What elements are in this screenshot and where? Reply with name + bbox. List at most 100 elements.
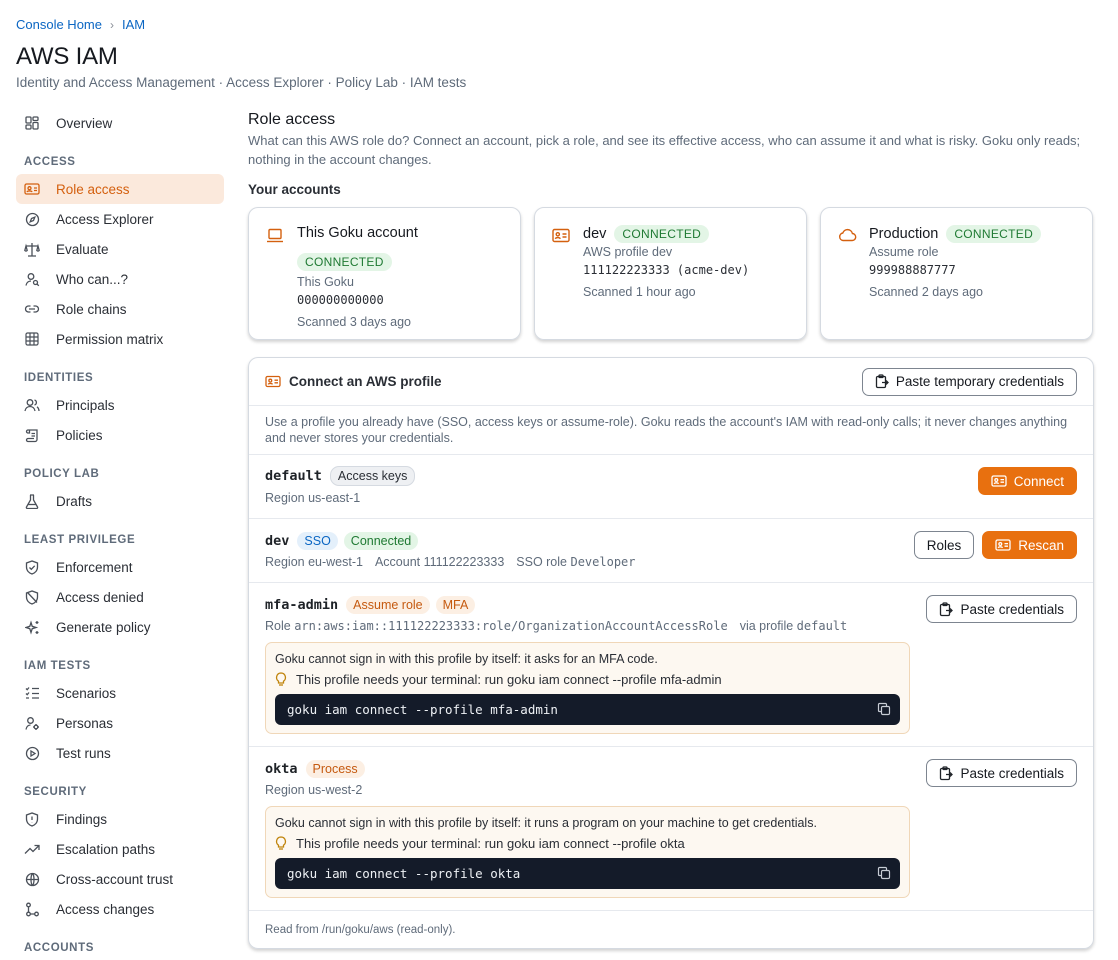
panel-title: Connect an AWS profile [289, 374, 442, 389]
cloud-icon [838, 228, 857, 245]
paste-credentials-button[interactable]: Paste credentials [926, 595, 1077, 623]
trending-up-icon [24, 841, 40, 857]
account-card-goku[interactable]: This Goku account CONNECTED This Goku 00… [248, 207, 521, 340]
roles-button[interactable]: Roles [913, 531, 975, 559]
shield-off-icon [24, 589, 40, 605]
compass-icon [24, 211, 40, 227]
command-block: goku iam connect --profile mfa-admin [275, 694, 900, 725]
sidebar-section-iam-tests: IAM TESTS [24, 660, 91, 672]
button-label: Paste credentials [960, 765, 1064, 781]
account-scanned: Scanned 1 hour ago [583, 285, 696, 299]
id-card-icon [995, 539, 1011, 551]
breadcrumb-console-home[interactable]: Console Home [16, 17, 102, 32]
connect-profile-panel: Connect an AWS profile Paste temporary c… [248, 357, 1094, 949]
sidebar-item-scenarios[interactable]: Scenarios [16, 678, 224, 708]
sidebar-item-label: Policies [56, 427, 103, 443]
sidebar-item-principals[interactable]: Principals [16, 390, 224, 420]
sidebar-item-permission-matrix[interactable]: Permission matrix [16, 324, 224, 354]
sidebar-item-label: Enforcement [56, 559, 133, 575]
sidebar-item-label: Escalation paths [56, 841, 156, 857]
paste-temporary-credentials-button[interactable]: Paste temporary credentials [861, 367, 1077, 396]
account-scanned: Scanned 2 days ago [869, 285, 983, 299]
account-source: This Goku [297, 275, 354, 289]
shield-alert-icon [24, 811, 40, 827]
account-id: 000000000000 [297, 293, 384, 307]
paste-credentials-button[interactable]: Paste credentials [926, 759, 1077, 787]
profile-name: default [265, 468, 322, 484]
copy-icon[interactable] [877, 866, 891, 880]
clipboard-paste-icon [939, 765, 954, 781]
panel-header: Connect an AWS profile Paste temporary c… [249, 358, 1093, 406]
sidebar-item-label: Access changes [56, 901, 155, 917]
sidebar-item-enforcement[interactable]: Enforcement [16, 552, 224, 582]
sidebar: Overview ACCESS Role access Access Explo… [16, 108, 224, 960]
link-icon [24, 301, 40, 317]
lightbulb-icon [275, 836, 287, 851]
sidebar-item-label: Findings [56, 811, 108, 827]
lightbulb-icon [275, 672, 287, 687]
sidebar-item-label: Role access [56, 181, 130, 197]
profile-type-tag: Assume role [346, 596, 430, 614]
copy-icon[interactable] [877, 702, 891, 716]
scroll-icon [24, 427, 40, 443]
profile-row-okta: okta Process Region us-west-2 Goku canno… [249, 747, 1093, 911]
section-title: Role access [248, 111, 336, 128]
profile-row-mfa-admin: mfa-admin Assume role MFA Role arn:aws:i… [249, 583, 1093, 747]
accounts-heading: Your accounts [248, 182, 341, 197]
sidebar-item-role-access[interactable]: Role access [16, 174, 224, 204]
sidebar-item-findings[interactable]: Findings [16, 804, 224, 834]
profile-region: Region eu-west-1 [265, 555, 363, 569]
sidebar-item-drafts[interactable]: Drafts [16, 486, 224, 516]
id-card-icon [991, 475, 1007, 487]
via-label: via profile [739, 619, 794, 633]
users-icon [24, 397, 40, 413]
sidebar-item-personas[interactable]: Personas [16, 708, 224, 738]
profile-name: dev [265, 533, 290, 549]
button-label: Roles [926, 537, 962, 553]
grid-icon [24, 331, 40, 347]
sidebar-item-policies[interactable]: Policies [16, 420, 224, 450]
sidebar-section-identities: IDENTITIES [24, 372, 94, 384]
sidebar-item-who-can[interactable]: Who can...? [16, 264, 224, 294]
breadcrumb-iam[interactable]: IAM [122, 17, 145, 32]
panel-footer: Read from /run/goku/aws (read-only). [265, 924, 456, 936]
role-label: Role [265, 619, 291, 633]
sidebar-item-access-explorer[interactable]: Access Explorer [16, 204, 224, 234]
connect-button[interactable]: Connect [977, 467, 1077, 495]
account-name: Production [869, 226, 939, 242]
account-source: Assume role [869, 245, 939, 259]
account-card-production[interactable]: Production CONNECTED Assume role 9999888… [820, 207, 1093, 340]
sidebar-item-escalation-paths[interactable]: Escalation paths [16, 834, 224, 864]
sidebar-item-label: Personas [56, 715, 114, 731]
sidebar-section-accounts: ACCOUNTS [24, 942, 94, 954]
sso-role-label: SSO role [516, 555, 567, 569]
profile-row-dev: dev SSO Connected Region eu-west-1 Accou… [249, 519, 1093, 583]
command-text: goku iam connect --profile okta [287, 866, 521, 881]
sidebar-item-evaluate[interactable]: Evaluate [16, 234, 224, 264]
sidebar-item-label: Evaluate [56, 241, 109, 257]
sidebar-item-generate-policy[interactable]: Generate policy [16, 612, 224, 642]
button-label: Paste credentials [960, 601, 1064, 617]
globe-icon [24, 871, 40, 887]
profile-name: okta [265, 761, 298, 777]
sidebar-item-overview[interactable]: Overview [16, 108, 224, 138]
sidebar-item-cross-account-trust[interactable]: Cross-account trust [16, 864, 224, 894]
profile-row-default: default Access keys Region us-east-1 Con… [249, 455, 1093, 519]
sidebar-item-label: Who can...? [56, 271, 129, 287]
rescan-button[interactable]: Rescan [982, 531, 1077, 559]
chevron-right-icon: › [110, 17, 114, 32]
sidebar-item-label: Access Explorer [56, 211, 154, 227]
status-badge: CONNECTED [946, 225, 1042, 243]
mfa-tag: MFA [435, 596, 476, 614]
panel-note: Use a profile you already have (SSO, acc… [249, 406, 1093, 455]
sidebar-item-label: Principals [56, 397, 115, 413]
sidebar-item-test-runs[interactable]: Test runs [16, 738, 224, 768]
account-card-dev[interactable]: dev CONNECTED AWS profile dev 1111222233… [534, 207, 807, 340]
page-subtitle: Identity and Access Management · Access … [16, 75, 467, 90]
role-arn: arn:aws:iam::111122223333:role/Organizat… [294, 619, 728, 633]
account-id: 111122223333 (acme-dev) [583, 263, 750, 277]
account-source: AWS profile dev [583, 245, 673, 259]
sidebar-item-access-denied[interactable]: Access denied [16, 582, 224, 612]
sidebar-item-access-changes[interactable]: Access changes [16, 894, 224, 924]
sidebar-item-role-chains[interactable]: Role chains [16, 294, 224, 324]
